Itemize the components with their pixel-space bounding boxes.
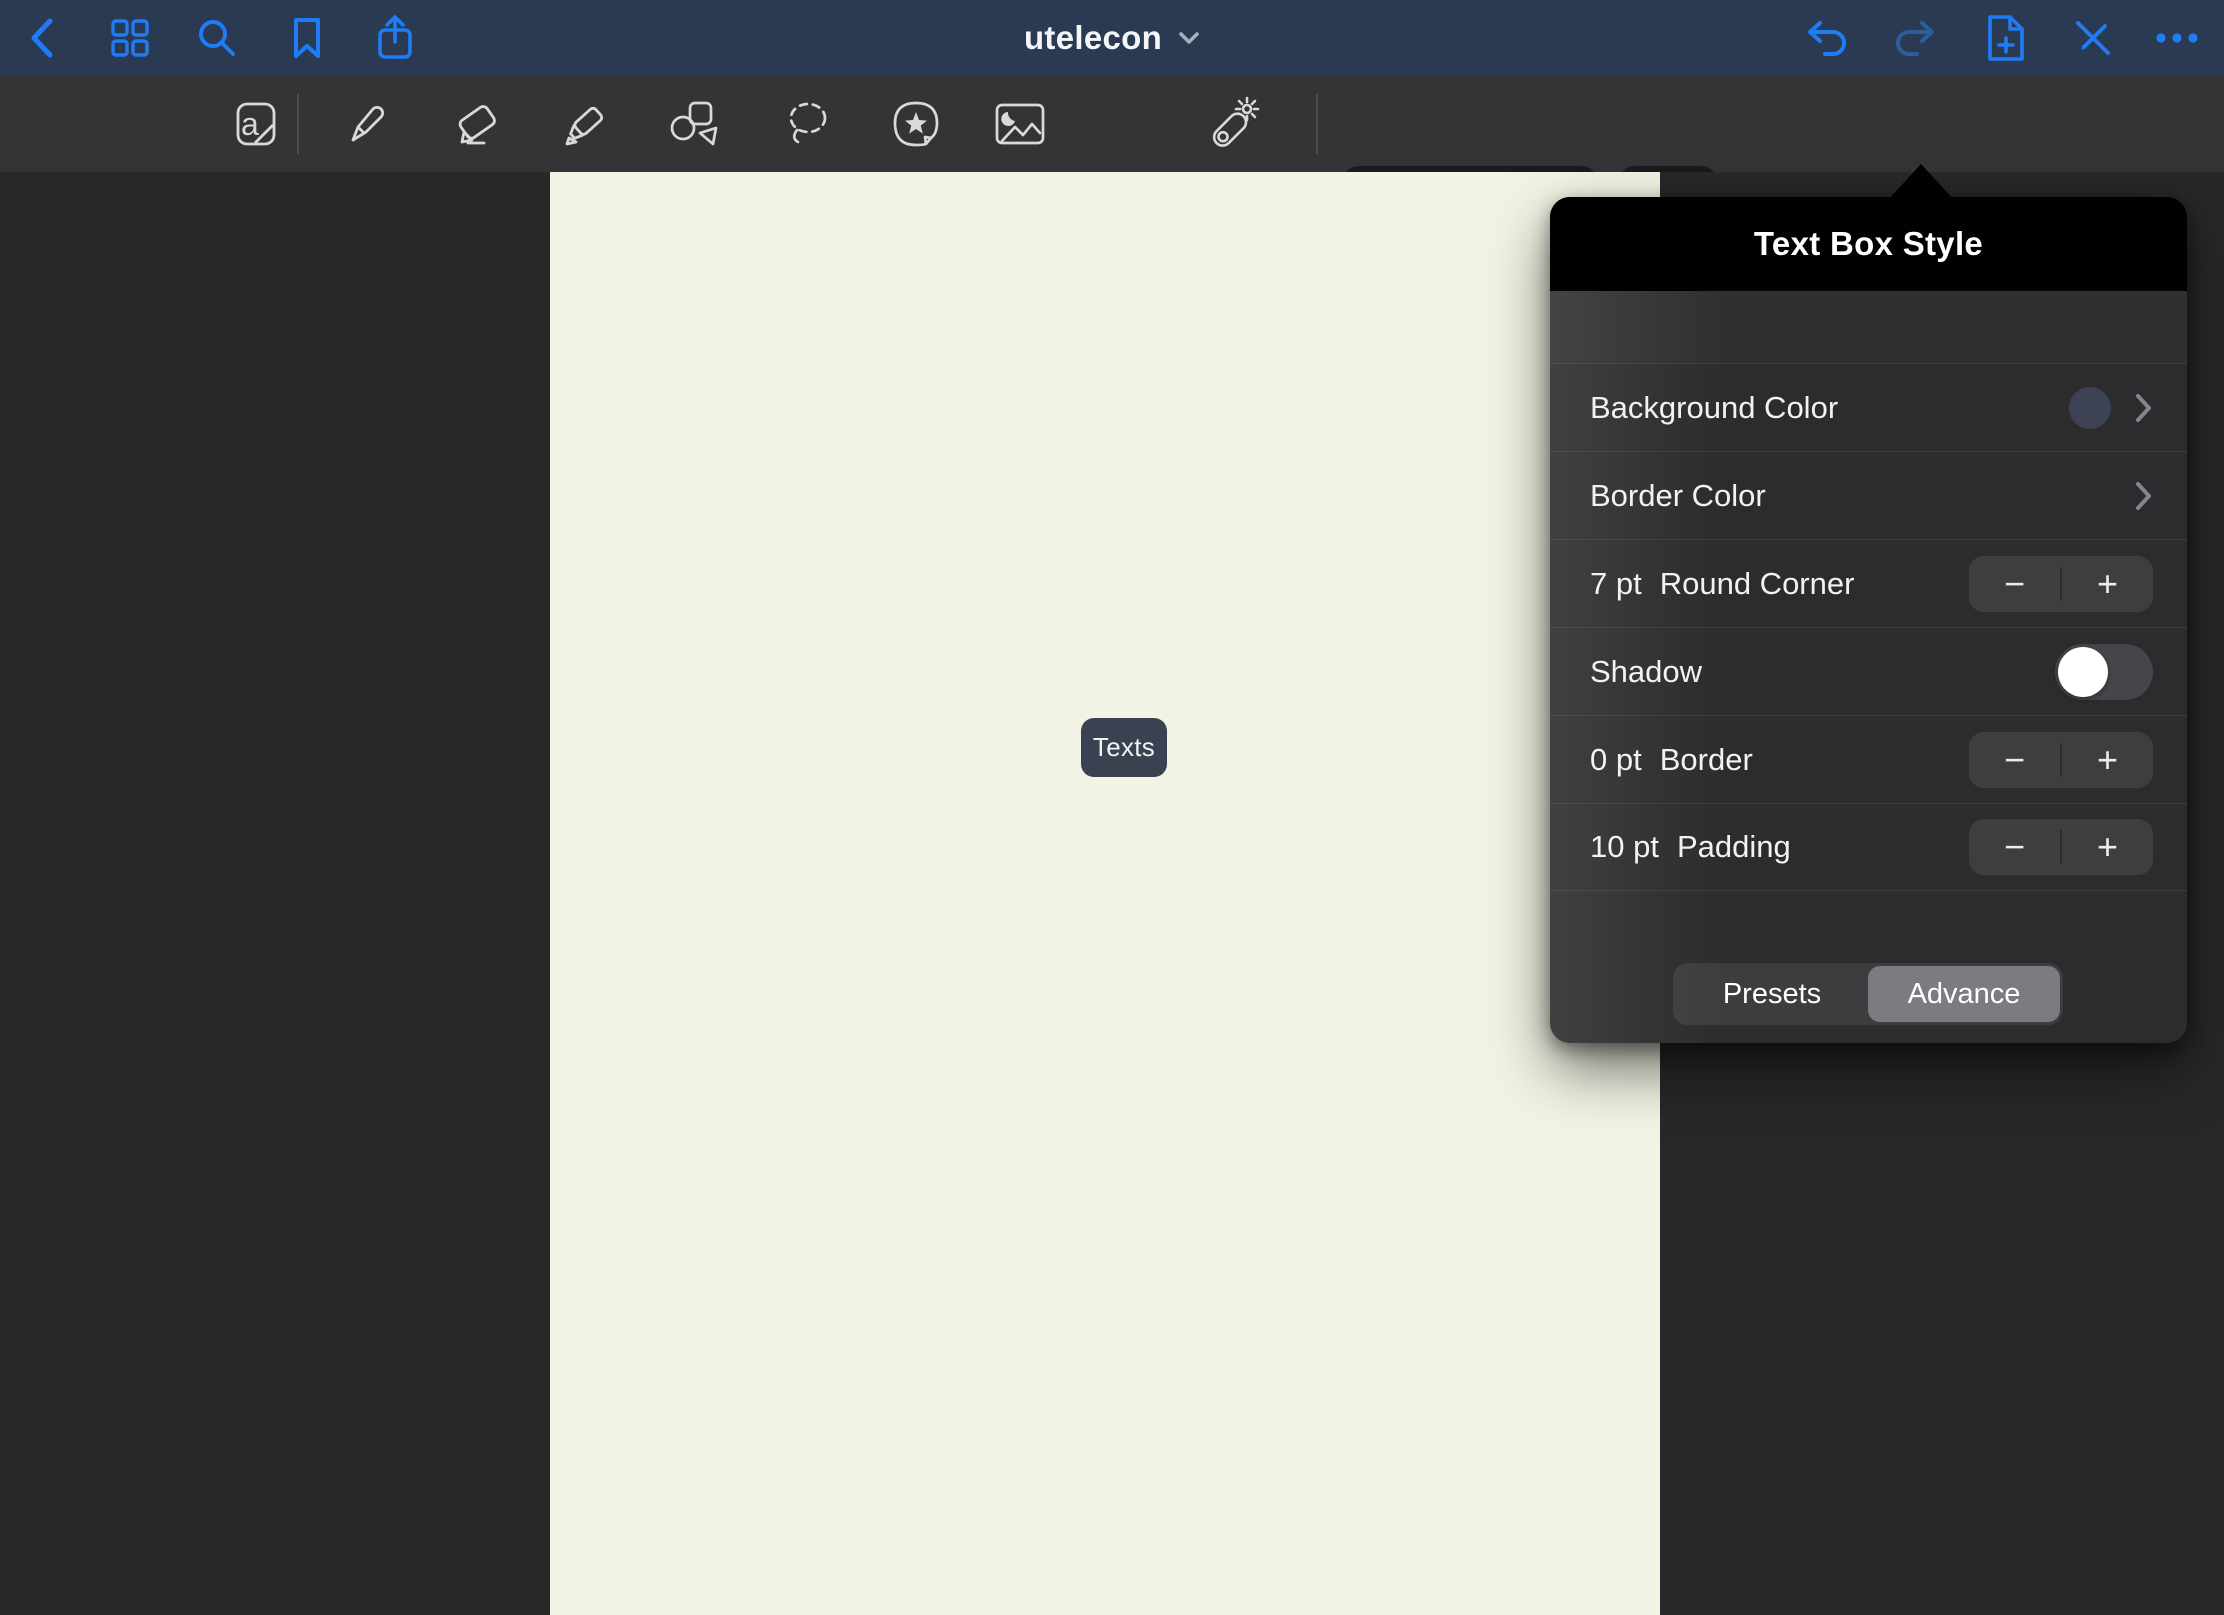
undo-icon[interactable]	[1804, 18, 1850, 58]
padding-stepper: − +	[1969, 819, 2153, 875]
more-icon[interactable]	[2154, 32, 2200, 44]
eraser-tool-icon[interactable]	[452, 99, 502, 149]
round-corner-value: 7 pt	[1590, 566, 1642, 602]
background-color-swatch	[2069, 387, 2111, 429]
border-width-value: 0 pt	[1590, 742, 1642, 778]
document-title: utelecon	[1024, 19, 1162, 57]
edit-toggle-icon[interactable]	[2072, 17, 2114, 59]
row-label: Padding	[1677, 829, 1791, 865]
padding-value: 10 pt	[1590, 829, 1659, 865]
popover-preview-band	[1550, 291, 2187, 363]
border-width-stepper: − +	[1969, 732, 2153, 788]
minus-button[interactable]: −	[1969, 732, 2060, 788]
segment-presets[interactable]: Presets	[1676, 966, 1868, 1022]
row-label: Round Corner	[1660, 566, 1855, 602]
popover-rows: Background Color Border Color 7 pt Round…	[1550, 363, 2187, 891]
lasso-tool-icon[interactable]	[781, 98, 833, 150]
plus-button[interactable]: +	[2062, 732, 2153, 788]
page-mode-icon[interactable]: a	[231, 99, 281, 149]
pen-tool-icon[interactable]	[343, 100, 391, 148]
redo-icon[interactable]	[1892, 18, 1938, 58]
chevron-right-icon	[2135, 480, 2153, 512]
laser-pointer-icon[interactable]	[1205, 96, 1265, 152]
shapes-tool-icon[interactable]	[669, 99, 721, 149]
text-box-style-popover: Text Box Style Background Color Border C…	[1550, 197, 2187, 1043]
toggle-knob	[2058, 647, 2108, 697]
canvas-text-box-label: Texts	[1093, 732, 1155, 763]
top-navigation-bar: utelecon	[0, 0, 2224, 76]
toolbar-divider	[297, 94, 299, 154]
plus-button[interactable]: +	[2062, 819, 2153, 875]
tool-bar: a	[0, 76, 2224, 172]
popover-header: Text Box Style	[1550, 197, 2187, 291]
chevron-down-icon	[1178, 31, 1200, 45]
chevron-right-icon	[2135, 392, 2153, 424]
popover-title: Text Box Style	[1754, 225, 1983, 263]
image-tool-icon[interactable]	[994, 102, 1046, 146]
presets-advance-segmented-control: Presets Advance	[1673, 963, 2063, 1025]
row-round-corner: 7 pt Round Corner − +	[1550, 539, 2187, 627]
goodnotes-app: utelecon	[0, 0, 2224, 1615]
row-shadow: Shadow	[1550, 627, 2187, 715]
row-label: Background Color	[1590, 390, 1838, 426]
note-page[interactable]: Texts	[550, 172, 1660, 1615]
add-page-icon[interactable]	[1987, 14, 2025, 62]
row-border-width: 0 pt Border − +	[1550, 715, 2187, 803]
row-label: Shadow	[1590, 654, 1702, 690]
minus-button[interactable]: −	[1969, 819, 2060, 875]
row-background-color[interactable]: Background Color	[1550, 363, 2187, 451]
highlighter-tool-icon[interactable]	[562, 100, 610, 148]
svg-text:a: a	[241, 106, 259, 142]
row-padding: 10 pt Padding − +	[1550, 803, 2187, 891]
row-label: Border Color	[1590, 478, 1766, 514]
segment-advance[interactable]: Advance	[1868, 966, 2060, 1022]
shadow-toggle[interactable]	[2055, 644, 2153, 700]
row-label: Border	[1660, 742, 1753, 778]
plus-button[interactable]: +	[2062, 556, 2153, 612]
sticker-tool-icon[interactable]	[890, 100, 942, 148]
round-corner-stepper: − +	[1969, 556, 2153, 612]
row-border-color[interactable]: Border Color	[1550, 451, 2187, 539]
popover-arrow	[1888, 164, 1954, 200]
toolbar-divider	[1316, 94, 1318, 154]
canvas-text-box[interactable]: Texts	[1081, 718, 1167, 777]
document-title-button[interactable]: utelecon	[0, 0, 2224, 76]
minus-button[interactable]: −	[1969, 556, 2060, 612]
